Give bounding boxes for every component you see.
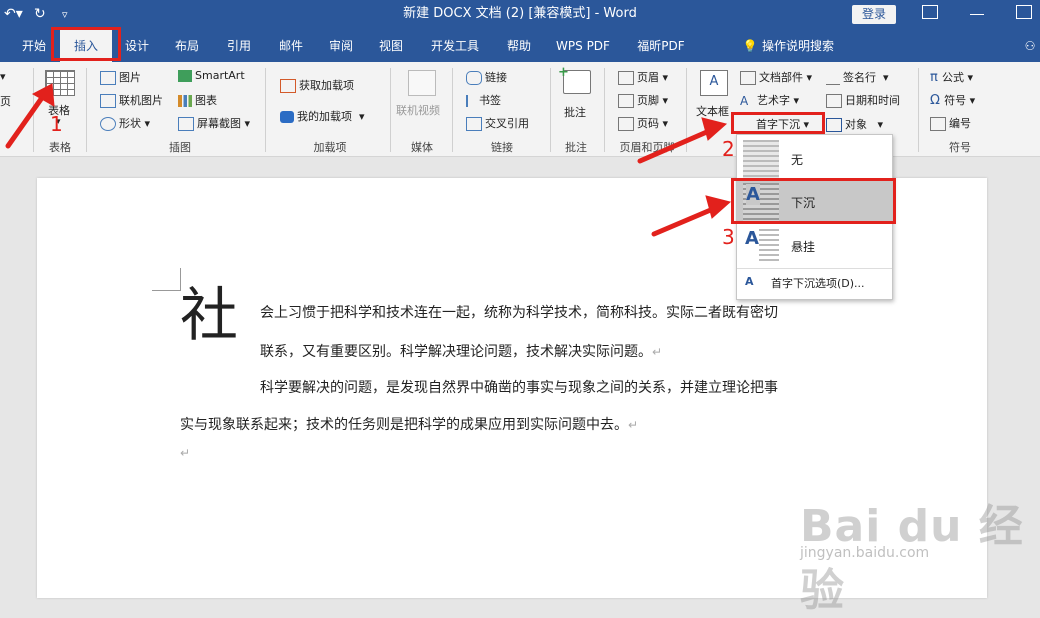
arrow-2-shaft <box>637 125 719 164</box>
arrow-3-head <box>705 195 732 219</box>
annotation-number-3: 3 <box>722 225 735 249</box>
arrow-1-shaft <box>5 89 49 149</box>
baidu-watermark-url: jingyan.baidu.com <box>800 545 930 561</box>
annotation-number-2: 2 <box>722 137 735 161</box>
annotation-number-1: 1 <box>50 112 63 136</box>
